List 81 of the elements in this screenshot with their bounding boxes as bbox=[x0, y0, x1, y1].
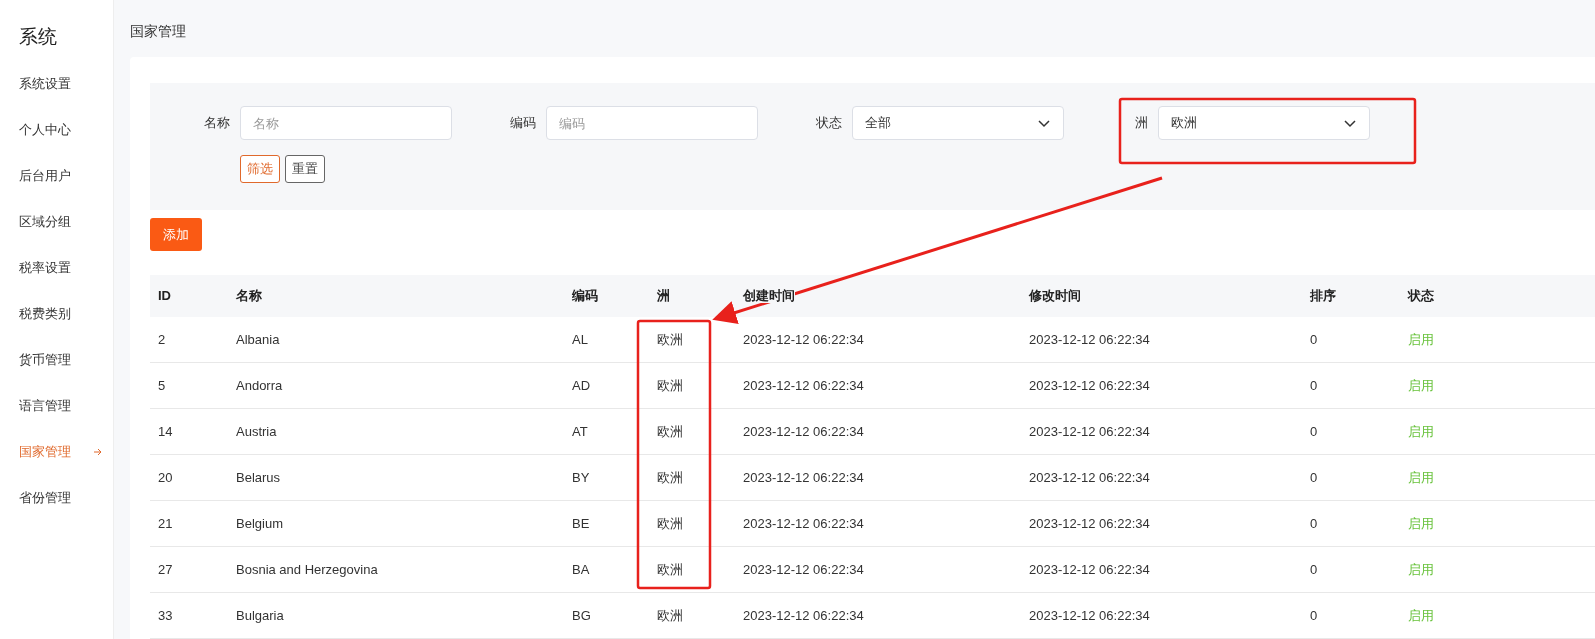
sidebar-item[interactable]: 后台用户 bbox=[0, 152, 113, 199]
status-text: 启用 bbox=[1407, 514, 1435, 533]
sidebar-item[interactable]: 语言管理 bbox=[0, 382, 113, 429]
text-field[interactable]: 名称 bbox=[240, 106, 452, 140]
sidebar-item[interactable]: 税费类别 bbox=[0, 290, 113, 337]
table-cell-text: 2023-12-12 06:22:34 bbox=[742, 468, 865, 487]
filter-button[interactable]: 重置 bbox=[285, 155, 325, 183]
status-text: 启用 bbox=[1407, 376, 1435, 395]
column-header: 修改时间 bbox=[1027, 287, 1082, 306]
dropdown-select[interactable]: 欧洲 bbox=[1158, 106, 1370, 140]
filter-label: 状态 bbox=[815, 114, 843, 133]
table-cell-text: 0 bbox=[1309, 376, 1319, 395]
table-cell-text: 2023-12-12 06:22:34 bbox=[742, 560, 865, 579]
table-cell-text: Albania bbox=[235, 330, 281, 349]
text-field[interactable]: 编码 bbox=[546, 106, 758, 140]
sidebar-item[interactable]: 税率设置 bbox=[0, 244, 113, 291]
filter-label: 洲 bbox=[1134, 114, 1149, 133]
table-cell-text: Bosnia and Herzegovina bbox=[235, 560, 379, 579]
table-cell-text: Belgium bbox=[235, 514, 284, 533]
sidebar-item[interactable]: 货币管理 bbox=[0, 336, 113, 383]
table-cell-text: 21 bbox=[157, 514, 174, 533]
table-cell-text: BY bbox=[571, 468, 591, 487]
sidebar-item[interactable]: 个人中心 bbox=[0, 106, 113, 153]
page-title: 国家管理 bbox=[130, 21, 186, 41]
sidebar-item[interactable]: 省份管理 bbox=[0, 474, 113, 521]
table-cell-text: 欧洲 bbox=[656, 560, 684, 579]
table-cell-text: 0 bbox=[1309, 606, 1319, 625]
table-cell-text: BA bbox=[571, 560, 591, 579]
table-cell-text: BG bbox=[571, 606, 592, 625]
sidebar-item[interactable]: 区域分组 bbox=[0, 198, 113, 245]
table-cell-text: 2023-12-12 06:22:34 bbox=[1028, 330, 1151, 349]
table-cell-text: 27 bbox=[157, 560, 174, 579]
table-cell-text: 欧洲 bbox=[656, 330, 684, 349]
table-cell-text: AD bbox=[571, 376, 592, 395]
table-cell-text: 2023-12-12 06:22:34 bbox=[742, 514, 865, 533]
table-cell-text: 2023-12-12 06:22:34 bbox=[1028, 376, 1151, 395]
status-text: 启用 bbox=[1407, 560, 1435, 579]
table-cell-text: AT bbox=[571, 422, 589, 441]
table-cell-text: 0 bbox=[1309, 422, 1319, 441]
table-cell-text: Belarus bbox=[235, 468, 282, 487]
table-cell-text: Andorra bbox=[235, 376, 284, 395]
table-cell-text: Austria bbox=[235, 422, 278, 441]
table-cell-text: 0 bbox=[1309, 560, 1319, 579]
table-cell-text: 33 bbox=[157, 606, 174, 625]
table-cell-text: 2023-12-12 06:22:34 bbox=[1028, 422, 1151, 441]
sidebar-item[interactable]: 国家管理 bbox=[0, 428, 113, 475]
table-cell-text: 2023-12-12 06:22:34 bbox=[1028, 514, 1151, 533]
table-cell-text: Bulgaria bbox=[235, 606, 285, 625]
table-cell-text: 2023-12-12 06:22:34 bbox=[1028, 606, 1151, 625]
status-text: 启用 bbox=[1407, 422, 1435, 441]
arrow-right-icon bbox=[93, 447, 103, 456]
filter-button[interactable]: 筛选 bbox=[240, 155, 280, 183]
table-cell-text: BE bbox=[571, 514, 591, 533]
table-cell-text: 欧洲 bbox=[656, 468, 684, 487]
status-text: 启用 bbox=[1407, 468, 1435, 487]
table-cell-text: 2 bbox=[157, 330, 167, 349]
table-cell-text: AL bbox=[571, 330, 589, 349]
column-header: 创建时间 bbox=[742, 287, 796, 306]
table-cell-text: 2023-12-12 06:22:34 bbox=[742, 376, 865, 395]
status-text: 启用 bbox=[1407, 606, 1435, 625]
table-cell-text: 14 bbox=[157, 422, 174, 441]
table-cell-text: 欧洲 bbox=[656, 514, 684, 533]
table-cell-text: 0 bbox=[1309, 468, 1319, 487]
table-cell-text: 5 bbox=[157, 376, 167, 395]
status-text: 启用 bbox=[1407, 330, 1435, 349]
table-cell-text: 欧洲 bbox=[656, 606, 684, 625]
table-cell-text: 欧洲 bbox=[656, 422, 684, 441]
dropdown-select[interactable]: 全部 bbox=[852, 106, 1064, 140]
table-cell-text: 0 bbox=[1309, 514, 1319, 533]
table-cell-text: 0 bbox=[1309, 330, 1319, 349]
table-cell-text: 2023-12-12 06:22:34 bbox=[742, 330, 865, 349]
table-cell-text: 2023-12-12 06:22:34 bbox=[742, 606, 865, 625]
table-cell-text: 2023-12-12 06:22:34 bbox=[742, 422, 865, 441]
sidebar-title: 系统 bbox=[18, 24, 58, 49]
table-cell-text: 20 bbox=[157, 468, 174, 487]
table-cell-text: 2023-12-12 06:22:34 bbox=[1028, 468, 1151, 487]
sidebar-item[interactable]: 系统设置 bbox=[0, 60, 113, 107]
table-cell-text: 2023-12-12 06:22:34 bbox=[1028, 560, 1151, 579]
filter-label: 编码 bbox=[509, 114, 537, 133]
table-cell-text: 欧洲 bbox=[656, 376, 684, 395]
filter-label: 名称 bbox=[203, 114, 231, 133]
